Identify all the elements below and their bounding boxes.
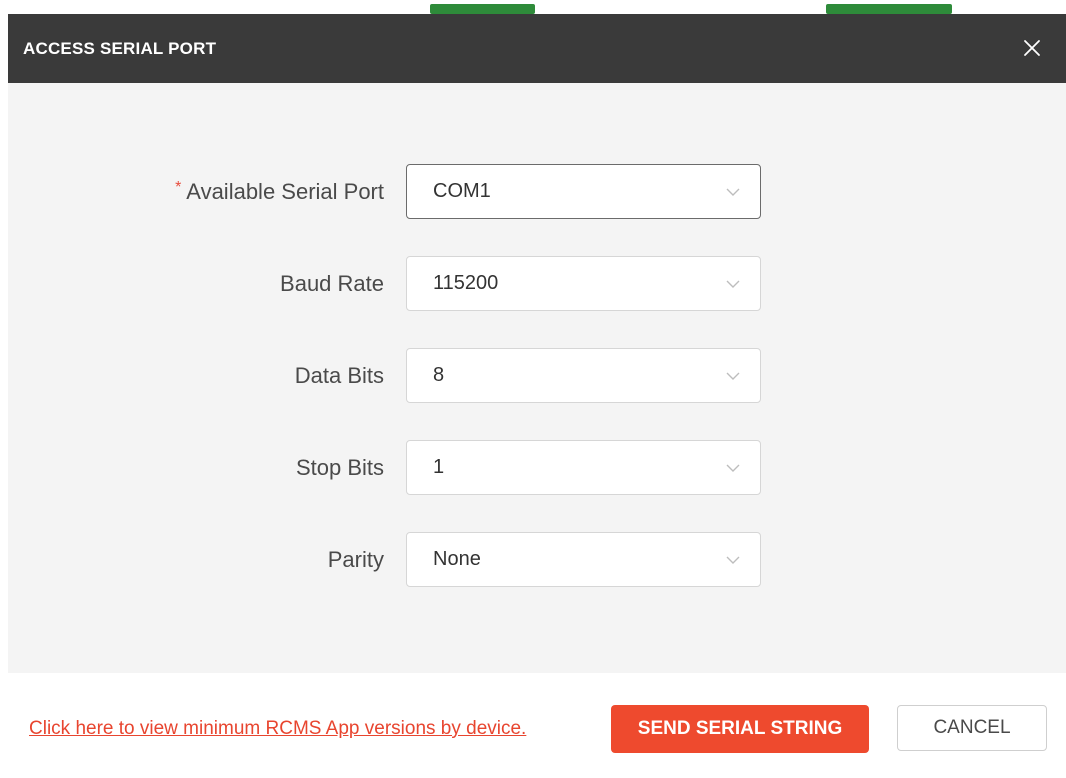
- chevron-down-icon: [724, 367, 742, 390]
- serial-port-value: COM1: [433, 180, 491, 202]
- serial-port-label-text: Available Serial Port: [186, 179, 384, 204]
- chevron-down-icon: [724, 275, 742, 298]
- background-status-fragment: [430, 4, 535, 14]
- cancel-button[interactable]: CANCEL: [897, 705, 1047, 751]
- stop-bits-select[interactable]: 1: [406, 440, 761, 495]
- serial-port-label: * Available Serial Port: [175, 179, 384, 205]
- dialog-header: ACCESS SERIAL PORT: [8, 14, 1066, 83]
- required-marker: *: [175, 179, 182, 196]
- serial-port-dialog: ACCESS SERIAL PORT * Available Serial Por…: [8, 14, 1066, 778]
- baud-rate-label: Baud Rate: [280, 271, 384, 296]
- send-serial-string-button[interactable]: SEND SERIAL STRING: [611, 705, 869, 753]
- background-status-fragment: [826, 4, 952, 14]
- dialog-footer: Click here to view minimum RCMS App vers…: [8, 673, 1066, 778]
- data-bits-row: Data Bits 8: [8, 348, 1066, 403]
- chevron-down-icon: [724, 183, 742, 206]
- data-bits-select[interactable]: 8: [406, 348, 761, 403]
- serial-port-row: * Available Serial Port COM1: [8, 164, 1066, 219]
- chevron-down-icon: [724, 459, 742, 482]
- background-page-strip: [0, 0, 1066, 14]
- data-bits-value: 8: [433, 364, 445, 386]
- parity-row: Parity None: [8, 532, 1066, 587]
- parity-value: None: [433, 548, 481, 570]
- dialog-body: * Available Serial Port COM1 Baud Rate 11…: [8, 83, 1066, 673]
- data-bits-label: Data Bits: [294, 363, 384, 388]
- stop-bits-value: 1: [433, 456, 445, 478]
- baud-rate-select[interactable]: 115200: [406, 256, 761, 311]
- stop-bits-label: Stop Bits: [295, 455, 384, 480]
- baud-rate-row: Baud Rate 115200: [8, 256, 1066, 311]
- dialog-title: ACCESS SERIAL PORT: [23, 39, 217, 58]
- serial-port-select[interactable]: COM1: [406, 164, 761, 219]
- baud-rate-value: 115200: [433, 272, 499, 294]
- close-icon[interactable]: [1020, 36, 1044, 60]
- chevron-down-icon: [724, 551, 742, 574]
- stop-bits-row: Stop Bits 1: [8, 440, 1066, 495]
- min-app-versions-link[interactable]: Click here to view minimum RCMS App vers…: [29, 718, 526, 740]
- parity-select[interactable]: None: [406, 532, 761, 587]
- parity-label: Parity: [327, 547, 384, 572]
